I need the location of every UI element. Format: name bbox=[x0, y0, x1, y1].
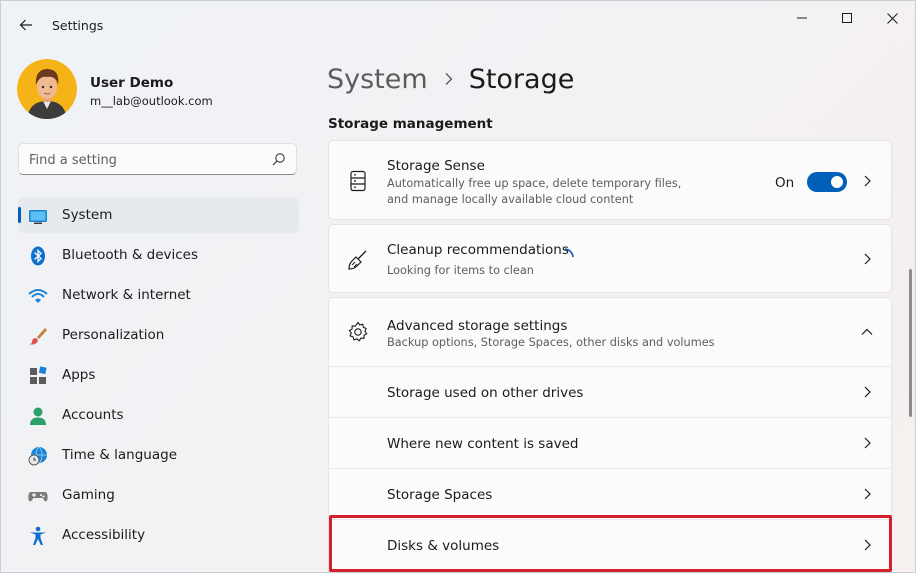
section-title: Storage management bbox=[328, 116, 493, 132]
sidebar-item-time-language[interactable]: Time & language bbox=[18, 437, 299, 473]
gamepad-icon bbox=[28, 492, 48, 502]
close-button[interactable] bbox=[869, 1, 915, 35]
brush-icon bbox=[29, 328, 47, 345]
sidebar-item-label: Gaming bbox=[62, 487, 115, 503]
toggle-knob bbox=[831, 176, 843, 188]
close-icon bbox=[886, 12, 898, 24]
broom-icon bbox=[348, 250, 367, 270]
user-profile[interactable]: User Demo m__lab@outlook.com bbox=[17, 59, 307, 121]
sidebar-item-label: Accounts bbox=[62, 407, 124, 423]
system-icon bbox=[29, 210, 47, 224]
chevron-right-icon bbox=[864, 175, 871, 187]
apps-icon bbox=[30, 366, 47, 384]
advanced-storage-header[interactable]: Advanced storage settings Backup options… bbox=[329, 298, 891, 366]
chevron-up-icon bbox=[861, 328, 873, 335]
sidebar-item-system[interactable]: System bbox=[18, 197, 299, 233]
bluetooth-icon bbox=[31, 246, 45, 266]
globe-clock-icon bbox=[28, 446, 47, 466]
chevron-right-icon bbox=[864, 386, 871, 398]
chevron-right-icon bbox=[864, 488, 871, 500]
sidebar-item-accessibility[interactable]: Accessibility bbox=[18, 517, 299, 553]
sidebar-nav: System Bluetooth & devices Network & int… bbox=[18, 197, 299, 557]
highlight-box bbox=[329, 515, 892, 572]
storage-drive-icon bbox=[350, 170, 366, 192]
settings-window: Settings User Demo m__lab@outlook.com Fi… bbox=[0, 0, 916, 573]
storage-sense-desc-line2: and manage locally available cloud conte… bbox=[387, 193, 634, 206]
storage-used-other-drives-row[interactable]: Storage used on other drives bbox=[329, 366, 891, 417]
sidebar-item-apps[interactable]: Apps bbox=[18, 357, 299, 393]
storage-spaces-row[interactable]: Storage Spaces bbox=[329, 468, 891, 519]
sub-item-label: Where new content is saved bbox=[387, 436, 579, 452]
network-icon bbox=[28, 289, 48, 303]
gear-icon bbox=[348, 321, 368, 342]
page-title: Storage bbox=[468, 63, 575, 95]
sidebar-item-personalization[interactable]: Personalization bbox=[18, 317, 299, 353]
search-box[interactable] bbox=[18, 143, 297, 175]
chevron-right-icon bbox=[864, 437, 871, 449]
app-title: Settings bbox=[52, 18, 104, 33]
sub-item-label: Storage Spaces bbox=[387, 487, 493, 503]
avatar bbox=[17, 59, 77, 119]
cleanup-title: Cleanup recommendations bbox=[387, 242, 569, 258]
search-input[interactable] bbox=[29, 150, 259, 170]
sidebar-item-gaming[interactable]: Gaming bbox=[18, 477, 299, 513]
cleanup-recommendations-card[interactable]: Cleanup recommendations Looking for item… bbox=[328, 224, 892, 293]
where-new-content-saved-row[interactable]: Where new content is saved bbox=[329, 417, 891, 468]
active-indicator bbox=[18, 207, 21, 223]
accessibility-icon bbox=[30, 526, 46, 545]
sidebar-item-bluetooth[interactable]: Bluetooth & devices bbox=[18, 237, 299, 273]
toggle-state-label: On bbox=[775, 175, 795, 191]
back-arrow-icon bbox=[19, 19, 32, 31]
sub-item-label: Storage used on other drives bbox=[387, 385, 584, 401]
storage-sense-title: Storage Sense bbox=[387, 158, 485, 174]
chevron-right-icon bbox=[864, 253, 871, 265]
maximize-button[interactable] bbox=[824, 1, 870, 35]
avatar-image bbox=[17, 59, 77, 119]
accounts-icon bbox=[30, 407, 46, 425]
user-email: m__lab@outlook.com bbox=[90, 94, 213, 108]
sidebar-item-accounts[interactable]: Accounts bbox=[18, 397, 299, 433]
chevron-right-icon bbox=[445, 73, 453, 85]
sidebar-item-label: Personalization bbox=[62, 327, 165, 343]
sidebar-item-label: Network & internet bbox=[62, 287, 191, 303]
back-button[interactable] bbox=[11, 11, 41, 39]
sidebar-item-label: System bbox=[62, 207, 113, 223]
sidebar-item-label: Time & language bbox=[62, 447, 178, 463]
sidebar-item-label: Accessibility bbox=[62, 527, 146, 543]
storage-sense-desc-line1: Automatically free up space, delete temp… bbox=[387, 177, 682, 190]
user-name: User Demo bbox=[90, 75, 174, 91]
sidebar-item-label: Apps bbox=[62, 367, 96, 383]
sidebar-item-label: Bluetooth & devices bbox=[62, 247, 199, 263]
storage-sense-toggle[interactable] bbox=[807, 172, 847, 192]
breadcrumb: System Storage bbox=[327, 61, 574, 97]
minimize-icon bbox=[797, 17, 807, 19]
loading-spinner-icon bbox=[564, 248, 574, 258]
storage-sense-card[interactable]: Storage Sense Automatically free up spac… bbox=[328, 140, 892, 220]
maximize-icon bbox=[842, 13, 852, 23]
advanced-storage-title: Advanced storage settings bbox=[387, 318, 568, 334]
scrollbar-thumb[interactable] bbox=[909, 269, 912, 417]
sidebar-item-network[interactable]: Network & internet bbox=[18, 277, 299, 313]
cleanup-desc: Looking for items to clean bbox=[387, 264, 534, 277]
advanced-storage-desc: Backup options, Storage Spaces, other di… bbox=[387, 336, 715, 349]
title-bar: Settings bbox=[1, 1, 915, 45]
minimize-button[interactable] bbox=[779, 1, 825, 35]
breadcrumb-parent[interactable]: System bbox=[327, 64, 428, 95]
search-icon[interactable] bbox=[272, 152, 286, 166]
